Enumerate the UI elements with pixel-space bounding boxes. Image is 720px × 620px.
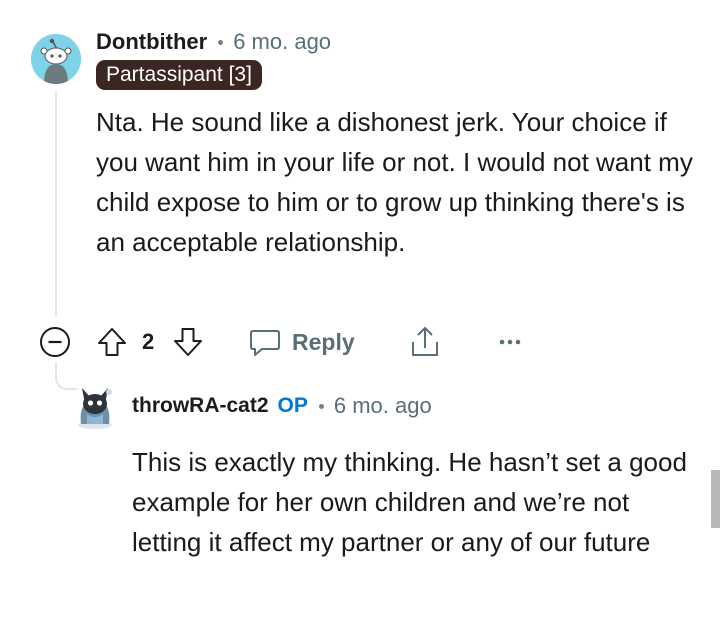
reply-username[interactable]: throwRA-cat2 [132, 394, 269, 418]
separator-dot [218, 39, 224, 45]
reply-body: This is exactly my thinking. He hasn’t s… [132, 447, 687, 557]
downvote-icon [174, 328, 202, 356]
share-button[interactable] [408, 322, 442, 362]
collapse-button[interactable] [38, 322, 72, 362]
upvote-button[interactable] [96, 322, 128, 362]
upvote-icon [98, 328, 126, 356]
more-icon [499, 339, 521, 345]
comment-header: Dontbither 6 mo. ago [96, 28, 331, 56]
comment-username[interactable]: Dontbither [96, 29, 207, 55]
reply-header: throwRA-cat2 OP 6 mo. ago [132, 392, 432, 420]
comment-action-bar: 2 Reply [38, 322, 678, 362]
scrollbar-thumb[interactable] [711, 470, 720, 528]
downvote-button[interactable] [172, 322, 204, 362]
share-icon [412, 327, 438, 356]
separator-dot [318, 403, 324, 409]
thread-line[interactable] [55, 92, 57, 316]
collapse-icon [40, 327, 70, 357]
comment-thread: Dontbither 6 mo. ago Partassipant [3] Nt… [0, 0, 720, 620]
vote-count: 2 [142, 329, 155, 354]
comment-bubble-icon [250, 330, 280, 356]
cat-avatar-icon [78, 388, 112, 429]
user-avatar[interactable] [31, 34, 81, 84]
snoo-avatar-icon [31, 34, 81, 84]
op-badge: OP [277, 394, 308, 417]
reply-label: Reply [292, 328, 355, 355]
more-options-button[interactable] [498, 322, 522, 362]
reply-button[interactable]: Reply [248, 322, 355, 362]
reply-timestamp: 6 mo. ago [333, 393, 432, 418]
comment-timestamp: 6 mo. ago [233, 29, 332, 54]
comment-body: Nta. He sound like a dishonest jerk. You… [96, 107, 693, 257]
reply-avatar[interactable] [73, 380, 117, 430]
user-flair: Partassipant [3] [96, 60, 262, 90]
